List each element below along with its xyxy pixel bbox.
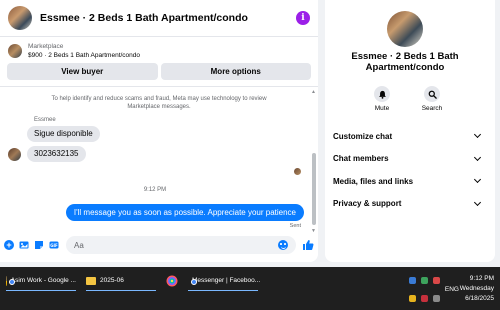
active-indicator — [86, 289, 156, 291]
active-indicator — [188, 289, 258, 291]
listing-thumbnail — [8, 44, 22, 58]
colorful-app-icon — [166, 275, 178, 286]
chat-title[interactable]: Essmee · 2 Beds 1 Bath Apartment/condo — [40, 12, 296, 24]
incoming-message[interactable]: 3023632135 — [27, 146, 86, 162]
task-label: 2025-06 — [100, 277, 124, 284]
info-icon[interactable]: i — [296, 11, 310, 25]
task-label: Asim Work - Google ... — [10, 277, 76, 284]
listing-actions: View buyer More options — [0, 63, 318, 80]
read-receipt-avatar — [294, 168, 301, 175]
taskbar-item-app[interactable] — [162, 270, 182, 291]
taskbar-item-folder[interactable]: 2025-06 — [82, 270, 160, 291]
sent-status: Sent — [289, 223, 301, 229]
listing-kicker: Marketplace — [28, 43, 64, 50]
outgoing-message[interactable]: I'll message you as soon as possible. Ap… — [65, 204, 304, 221]
menu-item-label: Media, files and links — [333, 176, 414, 186]
sender-avatar[interactable] — [8, 148, 21, 161]
bell-icon — [378, 90, 386, 99]
taskbar-item-chrome-work[interactable]: Asim Work - Google ... — [2, 270, 80, 291]
listing-banner[interactable]: Marketplace $900 · 2 Beds 1 Bath Apartme… — [0, 39, 318, 63]
menu-item-label: Chat members — [333, 154, 389, 164]
tray-app-icon[interactable] — [433, 295, 440, 302]
active-indicator — [6, 289, 76, 291]
tray-app-icon[interactable] — [409, 277, 416, 284]
message-composer: + GIF Aa — [0, 234, 318, 256]
menu-media-files-links[interactable]: Media, files and links — [333, 170, 483, 193]
chevron-down-icon — [473, 198, 482, 206]
chat-panel: Essmee · 2 Beds 1 Bath Apartment/condo i… — [0, 0, 318, 262]
taskbar: Asim Work - Google ... 2025-06 Messenger… — [0, 267, 500, 310]
tray-app-icon[interactable] — [421, 295, 428, 302]
menu-item-label: Customize chat — [333, 131, 393, 141]
info-title: Essmee · 2 Beds 1 Bath Apartment/condo — [351, 51, 459, 73]
scrollbar-thumb[interactable] — [312, 153, 316, 225]
message-placeholder: Aa — [74, 240, 84, 250]
menu-chat-members[interactable]: Chat members — [333, 148, 483, 171]
chat-header: Essmee · 2 Beds 1 Bath Apartment/condo i — [0, 0, 318, 37]
tray-app-icon[interactable] — [433, 277, 440, 284]
chrome-icon — [6, 275, 13, 286]
clock-day[interactable]: Wednesday — [458, 284, 494, 293]
svg-text:GIF: GIF — [50, 243, 58, 248]
mute-button[interactable]: Mute — [367, 86, 397, 112]
mute-label: Mute — [374, 105, 390, 112]
message-input[interactable]: Aa — [66, 236, 296, 254]
gif-icon[interactable]: GIF — [49, 240, 59, 250]
tray-app-icon[interactable] — [409, 295, 416, 302]
message-timestamp: 9:12 PM — [143, 187, 167, 193]
taskbar-item-messenger[interactable]: Messenger | Faceboo... — [184, 270, 262, 291]
task-label: Messenger | Faceboo... — [192, 277, 261, 284]
conversation-info-panel: Essmee · 2 Beds 1 Bath Apartment/condo M… — [325, 0, 495, 262]
incoming-message[interactable]: Sigue disponible — [27, 126, 100, 142]
contact-avatar[interactable] — [8, 6, 32, 30]
language-indicator[interactable]: ENG — [443, 285, 459, 294]
search-button[interactable]: Search — [417, 86, 447, 112]
chevron-down-icon — [473, 153, 482, 161]
clock-date[interactable]: 6/18/2025 — [458, 294, 494, 303]
tray-app-icon[interactable] — [421, 277, 428, 284]
scam-notice: To help identify and reduce scams and fr… — [51, 96, 267, 110]
search-label: Search — [421, 105, 443, 112]
info-menu: Customize chat Chat members Media, files… — [333, 125, 483, 215]
info-actions: Mute Search — [367, 86, 447, 112]
menu-privacy-support[interactable]: Privacy & support — [333, 193, 483, 216]
thumbs-up-icon[interactable] — [302, 239, 314, 251]
more-options-button[interactable]: More options — [160, 63, 311, 80]
folder-icon — [86, 276, 96, 285]
divider — [0, 86, 318, 87]
chevron-down-icon — [473, 176, 482, 184]
scroll-up-arrow-icon[interactable]: ▲ — [311, 89, 316, 95]
menu-item-label: Privacy & support — [333, 199, 402, 209]
photo-icon[interactable] — [19, 240, 29, 250]
listing-subtitle: $900 · 2 Beds 1 Bath Apartment/condo — [28, 52, 141, 59]
sender-name: Essmee — [34, 117, 56, 123]
menu-customize-chat[interactable]: Customize chat — [333, 125, 483, 148]
emoji-icon[interactable] — [278, 240, 288, 250]
sticker-icon[interactable] — [34, 240, 44, 250]
plus-icon[interactable]: + — [4, 240, 14, 250]
chevron-down-icon — [473, 131, 482, 139]
clock-time[interactable]: 9:12 PM — [458, 274, 494, 283]
view-buyer-button[interactable]: View buyer — [7, 63, 158, 80]
search-icon — [428, 90, 437, 99]
info-avatar[interactable] — [387, 11, 423, 47]
